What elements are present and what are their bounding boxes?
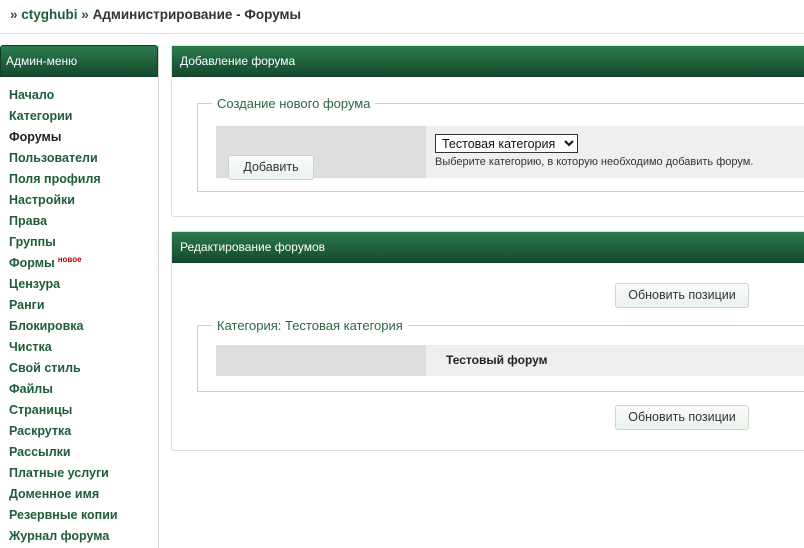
sidebar-item-label[interactable]: Журнал форума bbox=[9, 529, 109, 543]
sidebar-item-label[interactable]: Чистка bbox=[9, 340, 52, 354]
sidebar-item-pages[interactable]: Страницы bbox=[9, 400, 158, 421]
sidebar-item-label[interactable]: Файлы bbox=[9, 382, 53, 396]
admin-sidebar: Админ-меню Начало Категории Форумы Польз… bbox=[0, 45, 159, 548]
category-select[interactable]: Тестовая категория bbox=[435, 134, 578, 153]
forum-row-left-cell bbox=[216, 345, 426, 376]
sidebar-item-promotion[interactable]: Раскрутка bbox=[9, 421, 158, 442]
sidebar-item-label[interactable]: Категории bbox=[9, 109, 73, 123]
sidebar-item-home[interactable]: Начало bbox=[9, 85, 158, 106]
breadcrumb-site-link[interactable]: ctyghubi bbox=[21, 7, 77, 22]
add-forum-button[interactable]: Добавить bbox=[228, 155, 314, 180]
update-positions-button-bottom[interactable]: Обновить позиции bbox=[615, 405, 749, 430]
sidebar-item-label[interactable]: Начало bbox=[9, 88, 54, 102]
sidebar-item-label[interactable]: Раскрутка bbox=[9, 424, 71, 438]
sidebar-title: Админ-меню bbox=[0, 45, 158, 77]
sidebar-item-cleanup[interactable]: Чистка bbox=[9, 337, 158, 358]
sidebar-item-censorship[interactable]: Цензура bbox=[9, 274, 158, 295]
update-positions-button-top[interactable]: Обновить позиции bbox=[615, 283, 749, 308]
sidebar-item-label[interactable]: Платные услуги bbox=[9, 466, 109, 480]
sidebar-item-label[interactable]: Форумы bbox=[9, 130, 61, 144]
breadcrumb: » ctyghubi » Администрирование - Форумы bbox=[10, 7, 301, 22]
sidebar-item-profile-fields[interactable]: Поля профиля bbox=[9, 169, 158, 190]
sidebar-item-categories[interactable]: Категории bbox=[9, 106, 158, 127]
breadcrumb-current: Администрирование - Форумы bbox=[92, 7, 302, 22]
sidebar-item-settings[interactable]: Настройки bbox=[9, 190, 158, 211]
sidebar-item-label[interactable]: Ранги bbox=[9, 298, 45, 312]
sidebar-item-label[interactable]: Свой стиль bbox=[9, 361, 81, 375]
sidebar-item-label[interactable]: Формы bbox=[9, 256, 55, 270]
sidebar-item-forum-log[interactable]: Журнал форума bbox=[9, 526, 158, 547]
add-forum-panel: Добавление форума Создание нового форума… bbox=[171, 45, 804, 217]
breadcrumb-separator: » bbox=[10, 7, 18, 22]
sidebar-item-label[interactable]: Настройки bbox=[9, 193, 75, 207]
sidebar-item-users[interactable]: Пользователи bbox=[9, 148, 158, 169]
create-forum-legend: Создание нового форума bbox=[217, 96, 371, 111]
sidebar-item-label[interactable]: Права bbox=[9, 214, 47, 228]
admin-menu: Начало Категории Форумы Пользователи Пол… bbox=[0, 77, 158, 547]
forum-name[interactable]: Тестовый форум bbox=[446, 353, 548, 367]
sidebar-item-mailings[interactable]: Рассылки bbox=[9, 442, 158, 463]
sidebar-item-files[interactable]: Файлы bbox=[9, 379, 158, 400]
sidebar-item-label[interactable]: Доменное имя bbox=[9, 487, 99, 501]
sidebar-item-custom-style[interactable]: Свой стиль bbox=[9, 358, 158, 379]
category-hint: Выберите категорию, в которую необходимо… bbox=[435, 156, 754, 168]
sidebar-item-bans[interactable]: Блокировка bbox=[9, 316, 158, 337]
sidebar-item-label[interactable]: Поля профиля bbox=[9, 172, 101, 186]
sidebar-item-backups[interactable]: Резервные копии bbox=[9, 505, 158, 526]
breadcrumb-separator: » bbox=[81, 7, 89, 22]
sidebar-item-paid-services[interactable]: Платные услуги bbox=[9, 463, 158, 484]
sidebar-item-ranks[interactable]: Ранги bbox=[9, 295, 158, 316]
sidebar-item-label[interactable]: Страницы bbox=[9, 403, 72, 417]
header-divider bbox=[0, 33, 804, 34]
category-legend: Категория: Тестовая категория bbox=[217, 318, 403, 333]
sidebar-item-label[interactable]: Резервные копии bbox=[9, 508, 118, 522]
new-badge: новое bbox=[57, 255, 82, 264]
sidebar-item-label[interactable]: Пользователи bbox=[9, 151, 98, 165]
sidebar-item-permissions[interactable]: Права bbox=[9, 211, 158, 232]
sidebar-item-label[interactable]: Блокировка bbox=[9, 319, 84, 333]
edit-forums-panel-title: Редактирование форумов bbox=[172, 232, 804, 263]
sidebar-item-forms[interactable]: Формы новое bbox=[9, 253, 158, 274]
sidebar-item-groups[interactable]: Группы bbox=[9, 232, 158, 253]
edit-forums-panel: Редактирование форумов Обновить позиции … bbox=[171, 231, 804, 451]
sidebar-item-forums[interactable]: Форумы bbox=[9, 127, 158, 148]
sidebar-item-label[interactable]: Цензура bbox=[9, 277, 60, 291]
sidebar-item-domain[interactable]: Доменное имя bbox=[9, 484, 158, 505]
add-forum-panel-title: Добавление форума bbox=[172, 46, 804, 77]
sidebar-item-label[interactable]: Рассылки bbox=[9, 445, 71, 459]
sidebar-item-label[interactable]: Группы bbox=[9, 235, 56, 249]
